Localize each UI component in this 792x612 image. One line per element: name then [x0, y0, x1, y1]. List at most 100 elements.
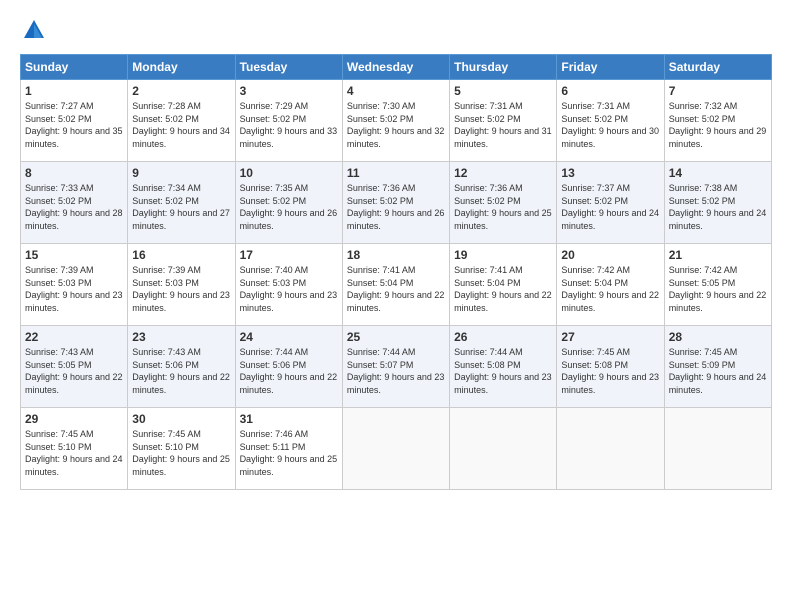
day-number: 2 [132, 84, 230, 98]
calendar-cell: 7 Sunrise: 7:32 AMSunset: 5:02 PMDayligh… [664, 80, 771, 162]
calendar-cell: 3 Sunrise: 7:29 AMSunset: 5:02 PMDayligh… [235, 80, 342, 162]
calendar-cell [664, 408, 771, 490]
header [20, 16, 772, 44]
calendar-cell: 10 Sunrise: 7:35 AMSunset: 5:02 PMDaylig… [235, 162, 342, 244]
day-info: Sunrise: 7:45 AMSunset: 5:09 PMDaylight:… [669, 346, 767, 396]
calendar-cell: 25 Sunrise: 7:44 AMSunset: 5:07 PMDaylig… [342, 326, 449, 408]
calendar-cell: 4 Sunrise: 7:30 AMSunset: 5:02 PMDayligh… [342, 80, 449, 162]
day-number: 15 [25, 248, 123, 262]
calendar-cell: 23 Sunrise: 7:43 AMSunset: 5:06 PMDaylig… [128, 326, 235, 408]
day-info: Sunrise: 7:39 AMSunset: 5:03 PMDaylight:… [132, 264, 230, 314]
day-number: 27 [561, 330, 659, 344]
day-info: Sunrise: 7:41 AMSunset: 5:04 PMDaylight:… [454, 264, 552, 314]
day-info: Sunrise: 7:40 AMSunset: 5:03 PMDaylight:… [240, 264, 338, 314]
day-info: Sunrise: 7:27 AMSunset: 5:02 PMDaylight:… [25, 100, 123, 150]
calendar-cell: 14 Sunrise: 7:38 AMSunset: 5:02 PMDaylig… [664, 162, 771, 244]
calendar-cell: 8 Sunrise: 7:33 AMSunset: 5:02 PMDayligh… [21, 162, 128, 244]
calendar-cell: 11 Sunrise: 7:36 AMSunset: 5:02 PMDaylig… [342, 162, 449, 244]
weekday-header: Friday [557, 55, 664, 80]
day-info: Sunrise: 7:31 AMSunset: 5:02 PMDaylight:… [561, 100, 659, 150]
day-number: 5 [454, 84, 552, 98]
day-info: Sunrise: 7:42 AMSunset: 5:04 PMDaylight:… [561, 264, 659, 314]
calendar-cell: 2 Sunrise: 7:28 AMSunset: 5:02 PMDayligh… [128, 80, 235, 162]
day-number: 29 [25, 412, 123, 426]
weekday-header: Monday [128, 55, 235, 80]
calendar-cell [450, 408, 557, 490]
day-info: Sunrise: 7:32 AMSunset: 5:02 PMDaylight:… [669, 100, 767, 150]
weekday-header: Thursday [450, 55, 557, 80]
calendar-cell [557, 408, 664, 490]
day-number: 3 [240, 84, 338, 98]
calendar-cell: 6 Sunrise: 7:31 AMSunset: 5:02 PMDayligh… [557, 80, 664, 162]
day-number: 8 [25, 166, 123, 180]
calendar-cell: 1 Sunrise: 7:27 AMSunset: 5:02 PMDayligh… [21, 80, 128, 162]
day-info: Sunrise: 7:33 AMSunset: 5:02 PMDaylight:… [25, 182, 123, 232]
logo [20, 16, 52, 44]
calendar-cell: 20 Sunrise: 7:42 AMSunset: 5:04 PMDaylig… [557, 244, 664, 326]
calendar-cell: 19 Sunrise: 7:41 AMSunset: 5:04 PMDaylig… [450, 244, 557, 326]
calendar-cell: 17 Sunrise: 7:40 AMSunset: 5:03 PMDaylig… [235, 244, 342, 326]
day-number: 16 [132, 248, 230, 262]
day-number: 25 [347, 330, 445, 344]
day-info: Sunrise: 7:45 AMSunset: 5:10 PMDaylight:… [132, 428, 230, 478]
day-number: 17 [240, 248, 338, 262]
day-info: Sunrise: 7:34 AMSunset: 5:02 PMDaylight:… [132, 182, 230, 232]
weekday-header: Tuesday [235, 55, 342, 80]
day-number: 28 [669, 330, 767, 344]
day-info: Sunrise: 7:44 AMSunset: 5:07 PMDaylight:… [347, 346, 445, 396]
day-number: 18 [347, 248, 445, 262]
day-number: 30 [132, 412, 230, 426]
day-info: Sunrise: 7:35 AMSunset: 5:02 PMDaylight:… [240, 182, 338, 232]
day-info: Sunrise: 7:42 AMSunset: 5:05 PMDaylight:… [669, 264, 767, 314]
day-number: 13 [561, 166, 659, 180]
calendar-cell: 16 Sunrise: 7:39 AMSunset: 5:03 PMDaylig… [128, 244, 235, 326]
calendar-cell: 15 Sunrise: 7:39 AMSunset: 5:03 PMDaylig… [21, 244, 128, 326]
calendar-cell: 18 Sunrise: 7:41 AMSunset: 5:04 PMDaylig… [342, 244, 449, 326]
weekday-header: Wednesday [342, 55, 449, 80]
calendar-cell: 28 Sunrise: 7:45 AMSunset: 5:09 PMDaylig… [664, 326, 771, 408]
calendar-cell: 5 Sunrise: 7:31 AMSunset: 5:02 PMDayligh… [450, 80, 557, 162]
calendar-week-row: 22 Sunrise: 7:43 AMSunset: 5:05 PMDaylig… [21, 326, 772, 408]
day-number: 14 [669, 166, 767, 180]
day-number: 24 [240, 330, 338, 344]
calendar-cell: 24 Sunrise: 7:44 AMSunset: 5:06 PMDaylig… [235, 326, 342, 408]
calendar: SundayMondayTuesdayWednesdayThursdayFrid… [20, 54, 772, 490]
day-number: 10 [240, 166, 338, 180]
day-info: Sunrise: 7:39 AMSunset: 5:03 PMDaylight:… [25, 264, 123, 314]
calendar-cell: 27 Sunrise: 7:45 AMSunset: 5:08 PMDaylig… [557, 326, 664, 408]
day-info: Sunrise: 7:46 AMSunset: 5:11 PMDaylight:… [240, 428, 338, 478]
calendar-cell: 9 Sunrise: 7:34 AMSunset: 5:02 PMDayligh… [128, 162, 235, 244]
day-number: 20 [561, 248, 659, 262]
calendar-cell [342, 408, 449, 490]
day-number: 22 [25, 330, 123, 344]
day-number: 4 [347, 84, 445, 98]
calendar-cell: 26 Sunrise: 7:44 AMSunset: 5:08 PMDaylig… [450, 326, 557, 408]
calendar-week-row: 8 Sunrise: 7:33 AMSunset: 5:02 PMDayligh… [21, 162, 772, 244]
day-info: Sunrise: 7:36 AMSunset: 5:02 PMDaylight:… [454, 182, 552, 232]
day-number: 7 [669, 84, 767, 98]
day-info: Sunrise: 7:29 AMSunset: 5:02 PMDaylight:… [240, 100, 338, 150]
calendar-cell: 13 Sunrise: 7:37 AMSunset: 5:02 PMDaylig… [557, 162, 664, 244]
day-number: 21 [669, 248, 767, 262]
day-info: Sunrise: 7:45 AMSunset: 5:08 PMDaylight:… [561, 346, 659, 396]
calendar-week-row: 1 Sunrise: 7:27 AMSunset: 5:02 PMDayligh… [21, 80, 772, 162]
day-number: 23 [132, 330, 230, 344]
day-number: 11 [347, 166, 445, 180]
day-info: Sunrise: 7:30 AMSunset: 5:02 PMDaylight:… [347, 100, 445, 150]
page: SundayMondayTuesdayWednesdayThursdayFrid… [0, 0, 792, 612]
day-info: Sunrise: 7:31 AMSunset: 5:02 PMDaylight:… [454, 100, 552, 150]
day-info: Sunrise: 7:43 AMSunset: 5:05 PMDaylight:… [25, 346, 123, 396]
calendar-week-row: 29 Sunrise: 7:45 AMSunset: 5:10 PMDaylig… [21, 408, 772, 490]
day-number: 19 [454, 248, 552, 262]
day-number: 31 [240, 412, 338, 426]
day-number: 1 [25, 84, 123, 98]
weekday-header: Sunday [21, 55, 128, 80]
calendar-cell: 31 Sunrise: 7:46 AMSunset: 5:11 PMDaylig… [235, 408, 342, 490]
calendar-body: 1 Sunrise: 7:27 AMSunset: 5:02 PMDayligh… [21, 80, 772, 490]
day-info: Sunrise: 7:28 AMSunset: 5:02 PMDaylight:… [132, 100, 230, 150]
calendar-cell: 21 Sunrise: 7:42 AMSunset: 5:05 PMDaylig… [664, 244, 771, 326]
weekday-row: SundayMondayTuesdayWednesdayThursdayFrid… [21, 55, 772, 80]
calendar-cell: 29 Sunrise: 7:45 AMSunset: 5:10 PMDaylig… [21, 408, 128, 490]
day-number: 26 [454, 330, 552, 344]
calendar-cell: 30 Sunrise: 7:45 AMSunset: 5:10 PMDaylig… [128, 408, 235, 490]
